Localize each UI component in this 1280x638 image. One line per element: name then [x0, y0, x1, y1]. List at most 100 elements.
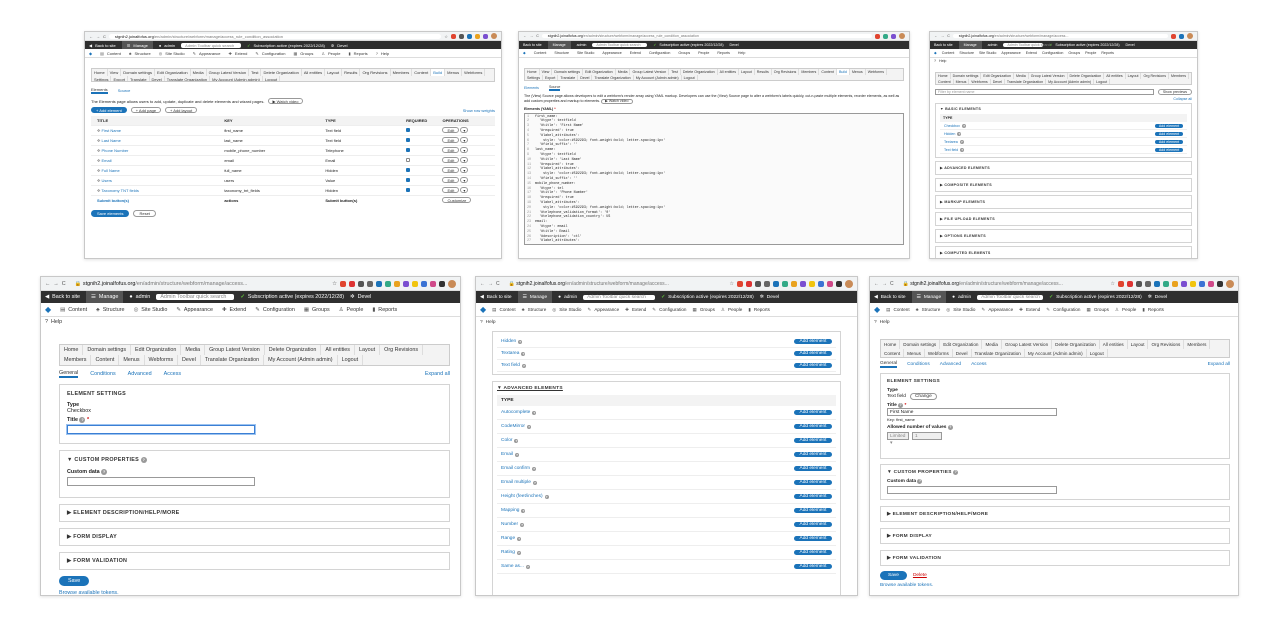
info-icon[interactable]: ?: [79, 417, 86, 423]
back-arrow-icon[interactable]: ←: [874, 281, 879, 287]
extension-icon[interactable]: [412, 280, 418, 287]
add-element-button[interactable]: Add element: [794, 339, 832, 344]
extension-icon[interactable]: [836, 280, 842, 287]
element-title-link[interactable]: Email: [101, 158, 111, 163]
element-type-link[interactable]: Email: [501, 452, 513, 457]
menu-appearance[interactable]: ✎ Appearance: [981, 307, 1013, 313]
extension-icon[interactable]: [875, 33, 880, 39]
org-tab[interactable]: Export: [543, 75, 559, 80]
element-type-link[interactable]: Hidden: [501, 339, 516, 344]
save-elements-button[interactable]: Save elements: [91, 210, 130, 217]
org-tab[interactable]: Translate: [558, 75, 579, 80]
org-tab[interactable]: Org Revisions: [380, 345, 424, 355]
menu-groups[interactable]: ▦ Groups: [692, 307, 714, 313]
back-to-site-button[interactable]: ◀ Back to site: [45, 294, 80, 300]
extension-icon[interactable]: [737, 280, 743, 287]
extension-icon[interactable]: [349, 280, 355, 287]
quick-search-input[interactable]: Admin Toolbar quick search: [156, 294, 235, 300]
element-type-link[interactable]: Rating: [501, 550, 515, 555]
org-tab[interactable]: Media: [181, 345, 206, 355]
address-bar[interactable]: 🔒 stgnih2.joinalfofus.org/en/admin/struc…: [69, 281, 329, 287]
operations-dropdown-icon[interactable]: ▾: [460, 157, 469, 163]
extension-icon[interactable]: [1127, 280, 1133, 287]
info-icon[interactable]: ?: [521, 363, 526, 368]
org-tab[interactable]: Layout: [739, 69, 755, 75]
edit-button[interactable]: Edit: [442, 137, 460, 143]
extension-icon[interactable]: [1145, 280, 1151, 287]
org-tab[interactable]: Logout: [1094, 79, 1111, 84]
menu-reports[interactable]: ▮ Reports: [348, 51, 367, 56]
org-tab[interactable]: Translate: [128, 76, 150, 81]
help-link[interactable]: ? Help: [870, 317, 1238, 327]
quick-search-input[interactable]: Admin Toolbar quick search: [1003, 43, 1051, 47]
org-tab[interactable]: All entities: [321, 345, 355, 355]
info-icon[interactable]: ?: [518, 339, 523, 344]
extension-icon[interactable]: [782, 280, 788, 287]
element-type-link[interactable]: Color: [501, 438, 512, 443]
element-title-link[interactable]: Last Name: [101, 138, 120, 143]
element-title-link[interactable]: Taxonomy TNT fields: [101, 188, 138, 193]
extension-icon[interactable]: [827, 280, 833, 287]
devel-button[interactable]: ✲ Devel: [760, 295, 779, 300]
add-layout-button[interactable]: + Add layout: [165, 107, 198, 113]
back-to-site-button[interactable]: ◀ Back to site: [480, 295, 512, 300]
menu-structure[interactable]: Structure: [554, 51, 569, 55]
save-button[interactable]: Save: [59, 576, 90, 586]
info-icon[interactable]: ?: [517, 536, 522, 541]
org-tab[interactable]: My Account (Admin admin): [1025, 349, 1087, 357]
element-category-toggle[interactable]: ▶ COMPOSITE ELEMENTS: [940, 183, 1187, 187]
org-tab[interactable]: My Account (Admin admin): [1046, 79, 1095, 84]
required-checkbox[interactable]: [406, 167, 411, 172]
back-to-site-button[interactable]: Back to site: [934, 43, 953, 47]
drupal-logo-icon[interactable]: ◆: [480, 305, 486, 314]
add-element-button[interactable]: Add element: [794, 550, 832, 555]
menu-site-studio[interactable]: Site Studio: [577, 51, 594, 55]
org-tab[interactable]: Members: [799, 69, 820, 75]
menu-groups[interactable]: ▦ Groups: [1086, 307, 1108, 313]
org-tab[interactable]: Logout: [263, 76, 281, 81]
watch-video-button[interactable]: ▶ Watch video: [601, 98, 633, 104]
org-tab[interactable]: Settings: [92, 76, 112, 81]
org-tab[interactable]: Build: [431, 69, 446, 76]
org-tab[interactable]: Webforms: [462, 69, 486, 76]
subtab-advanced[interactable]: Advanced: [128, 371, 152, 377]
bookmark-star-icon[interactable]: ☆: [730, 281, 734, 287]
org-tab[interactable]: Webforms: [866, 69, 888, 75]
element-title-link[interactable]: Full Name: [101, 168, 119, 173]
menu-structure[interactable]: ♣ Structure: [522, 307, 547, 312]
menu-content[interactable]: ▤ Content: [492, 307, 515, 313]
manage-button[interactable]: ☰ Manage: [86, 291, 124, 303]
quick-search-input[interactable]: Admin Toolbar quick search: [583, 294, 656, 300]
org-tab[interactable]: Members: [391, 69, 413, 76]
manage-button[interactable]: Manage: [958, 41, 982, 49]
org-tab[interactable]: View: [108, 69, 122, 76]
org-tab[interactable]: Media: [982, 340, 1002, 349]
element-title-link[interactable]: Phone Number: [101, 148, 128, 153]
back-to-site-button[interactable]: ◀ Back to site: [89, 43, 116, 48]
org-tab[interactable]: All entities: [1100, 340, 1128, 349]
info-icon[interactable]: ?: [521, 508, 526, 513]
profile-avatar[interactable]: [491, 33, 497, 39]
required-checkbox[interactable]: [406, 187, 411, 192]
org-tab[interactable]: Layout: [325, 69, 343, 76]
limit-number-input[interactable]: 1: [912, 432, 942, 440]
menu-appearance[interactable]: ✎ Appearance: [193, 51, 221, 56]
org-tab[interactable]: Devel: [178, 355, 201, 365]
back-to-site-button[interactable]: Back to site: [523, 43, 542, 47]
org-tab[interactable]: All entities: [302, 69, 326, 76]
extension-icon[interactable]: [430, 280, 436, 287]
info-icon[interactable]: ?: [514, 438, 519, 443]
extension-icon[interactable]: [755, 280, 761, 287]
extension-icon[interactable]: [385, 280, 391, 287]
address-bar[interactable]: 🔒 stgnih2.joinalfofus.org/en/admin/struc…: [897, 281, 1108, 287]
devel-button[interactable]: ✲ Devel: [331, 43, 348, 48]
add-element-button[interactable]: Add element: [794, 536, 832, 541]
org-tab[interactable]: Logout: [682, 75, 698, 80]
edit-button[interactable]: Edit: [442, 177, 460, 183]
required-checkbox[interactable]: [406, 147, 411, 152]
section-toggle[interactable]: ▶ ELEMENT DESCRIPTION/HELP/MORE: [67, 510, 180, 516]
element-type-link[interactable]: Email multiple: [501, 480, 531, 485]
add-page-button[interactable]: + Add page: [130, 107, 162, 113]
menu-groups[interactable]: ▦ Groups: [304, 307, 330, 313]
org-tab[interactable]: Devel: [953, 349, 972, 357]
